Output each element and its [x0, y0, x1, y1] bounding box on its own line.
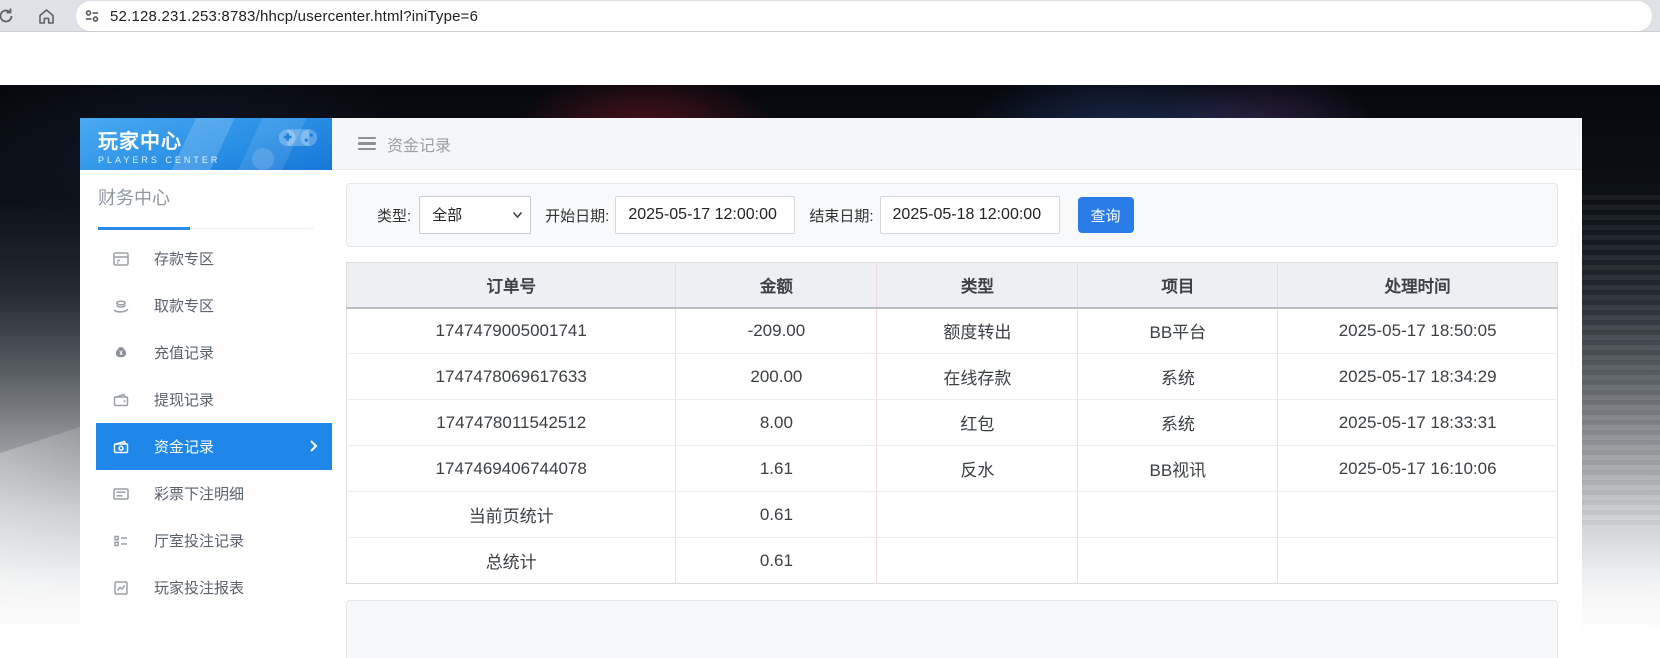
type-select[interactable]: 全部: [419, 196, 532, 234]
reload-icon[interactable]: [0, 0, 22, 32]
svg-text:¥: ¥: [119, 349, 123, 356]
sidebar-item-player-bet-report[interactable]: 玩家投注报表: [80, 564, 332, 611]
cell-process-time: 2025-05-17 18:34:29: [1277, 353, 1558, 400]
cell-type: 在线存款: [876, 353, 1079, 400]
url-text: 52.128.231.253:8783/hhcp/usercenter.html…: [110, 7, 479, 25]
cell-order-no: 1747469406744078: [346, 445, 677, 492]
sidebar-item-fund-records[interactable]: 资金记录: [96, 423, 332, 470]
table-header-row: 订单号 金额 类型 项目 处理时间: [346, 262, 1558, 309]
table-row: 1747469406744078 1.61 反水 BB视讯 2025-05-17…: [346, 445, 1558, 492]
sidebar-item-hall-bet-records[interactable]: 厅室投注记录: [80, 517, 332, 564]
cell-project: [1077, 491, 1279, 538]
start-date-label: 开始日期:: [545, 207, 610, 225]
cell-amount: 0.61: [675, 537, 878, 584]
sidebar-item-label: 存款专区: [154, 251, 215, 268]
sidebar-item-label: 厅室投注记录: [154, 533, 245, 550]
deposit-terminal-icon: [112, 250, 130, 268]
gamepad-icon: [278, 124, 318, 148]
cell-amount: -209.00: [675, 307, 878, 354]
circle-decoration: [252, 148, 274, 170]
query-button[interactable]: 查询: [1077, 197, 1134, 233]
list-card-icon: [112, 485, 130, 503]
sidebar-item-deposit-zone[interactable]: 存款专区: [80, 235, 332, 282]
end-date-label: 结束日期:: [809, 207, 874, 225]
menu-toggle-icon[interactable]: [358, 136, 376, 151]
content-header: 资金记录: [332, 118, 1582, 170]
sidebar-item-withdrawal-record[interactable]: 提现记录: [80, 376, 332, 423]
col-header-type: 类型: [876, 262, 1079, 309]
sidebar-item-label: 提现记录: [154, 392, 215, 409]
cell-order-no: 1747479005001741: [346, 307, 677, 354]
sidebar-item-label: 玩家投注报表: [154, 580, 245, 597]
main-content: 资金记录 类型: 全部 开始日期: 结束日期: 查询 订单号 金额: [332, 118, 1582, 658]
sidebar-item-withdraw-zone[interactable]: 取款专区: [80, 282, 332, 329]
money-bag-icon: ¥: [112, 344, 130, 362]
players-center-subtitle: PLAYERS CENTER: [98, 155, 221, 165]
cell-type: 额度转出: [876, 307, 1079, 354]
col-header-amount: 金额: [675, 262, 878, 309]
col-header-process-time: 处理时间: [1277, 262, 1558, 309]
col-header-order-no: 订单号: [346, 262, 677, 309]
cell-type: 反水: [876, 445, 1079, 492]
sidebar-item-label: 取款专区: [154, 298, 215, 315]
cell-amount: 8.00: [675, 399, 878, 446]
table-summary-row-page: 当前页统计 0.61: [346, 491, 1558, 538]
cell-project: 系统: [1077, 399, 1279, 446]
sidebar-menu: 存款专区 取款专区 ¥ 充值记录 提现记录 资金记录 彩票下注明细 厅室投注记录…: [80, 235, 332, 611]
start-date-input[interactable]: [615, 196, 796, 234]
breadcrumb: 资金记录: [387, 137, 452, 155]
cell-type: [876, 537, 1079, 584]
cell-process-time: 2025-05-17 16:10:06: [1277, 445, 1558, 492]
table-summary-row-total: 总统计 0.61: [346, 537, 1558, 584]
cell-project: [1077, 537, 1279, 584]
cell-process-time: 2025-05-17 18:50:05: [1277, 307, 1558, 354]
cell-process-time: [1277, 491, 1558, 538]
finance-center-section-title: 财务中心: [98, 188, 170, 208]
chevron-right-icon: [309, 439, 318, 453]
cell-order-no: 1747478011542512: [346, 399, 677, 446]
sidebar-item-label: 资金记录: [154, 439, 215, 456]
cell-amount: 0.61: [675, 491, 878, 538]
section-underline: [98, 227, 314, 230]
cell-type: [876, 491, 1079, 538]
browser-toolbar: 52.128.231.253:8783/hhcp/usercenter.html…: [0, 0, 1660, 32]
cell-amount: 200.00: [675, 353, 878, 400]
cell-summary-label: 当前页统计: [346, 491, 677, 538]
table-row: 1747478011542512 8.00 红包 系统 2025-05-17 1…: [346, 399, 1558, 446]
report-chart-icon: [112, 579, 130, 597]
sidebar-item-lottery-bet-detail[interactable]: 彩票下注明细: [80, 470, 332, 517]
sidebar: 玩家中心 PLAYERS CENTER 财务中心 存款专区 取款专区 ¥ 充值记…: [80, 118, 332, 658]
cell-process-time: [1277, 537, 1558, 584]
end-date-input[interactable]: [879, 196, 1060, 234]
cell-project: BB平台: [1077, 307, 1279, 354]
cell-summary-label: 总统计: [346, 537, 677, 584]
type-label: 类型:: [377, 207, 412, 225]
sidebar-header: 玩家中心 PLAYERS CENTER: [80, 118, 332, 170]
cell-project: BB视讯: [1077, 445, 1279, 492]
col-header-project: 项目: [1077, 262, 1279, 309]
fund-records-icon: [112, 438, 130, 456]
cell-process-time: 2025-05-17 18:33:31: [1277, 399, 1558, 446]
home-icon[interactable]: [30, 0, 62, 32]
checklist-icon: [112, 532, 130, 550]
pagination-bar: [346, 600, 1558, 658]
cell-order-no: 1747478069617633: [346, 353, 677, 400]
site-settings-icon[interactable]: [84, 8, 100, 24]
sidebar-item-label: 彩票下注明细: [154, 486, 245, 503]
fund-records-table: 订单号 金额 类型 项目 处理时间 1747479005001741 -209.…: [346, 262, 1558, 584]
cell-project: 系统: [1077, 353, 1279, 400]
cell-amount: 1.61: [675, 445, 878, 492]
table-row: 1747479005001741 -209.00 额度转出 BB平台 2025-…: [346, 307, 1558, 354]
page-top-white-band: [0, 32, 1660, 85]
wallet-icon: [112, 391, 130, 409]
type-select-wrapper: 全部: [419, 196, 532, 234]
cell-type: 红包: [876, 399, 1079, 446]
address-bar[interactable]: 52.128.231.253:8783/hhcp/usercenter.html…: [76, 1, 1652, 31]
filter-bar: 类型: 全部 开始日期: 结束日期: 查询: [346, 183, 1558, 247]
table-row: 1747478069617633 200.00 在线存款 系统 2025-05-…: [346, 353, 1558, 400]
hand-coins-icon: [112, 297, 130, 315]
sidebar-item-label: 充值记录: [154, 345, 215, 362]
sidebar-item-recharge-record[interactable]: ¥ 充值记录: [80, 329, 332, 376]
